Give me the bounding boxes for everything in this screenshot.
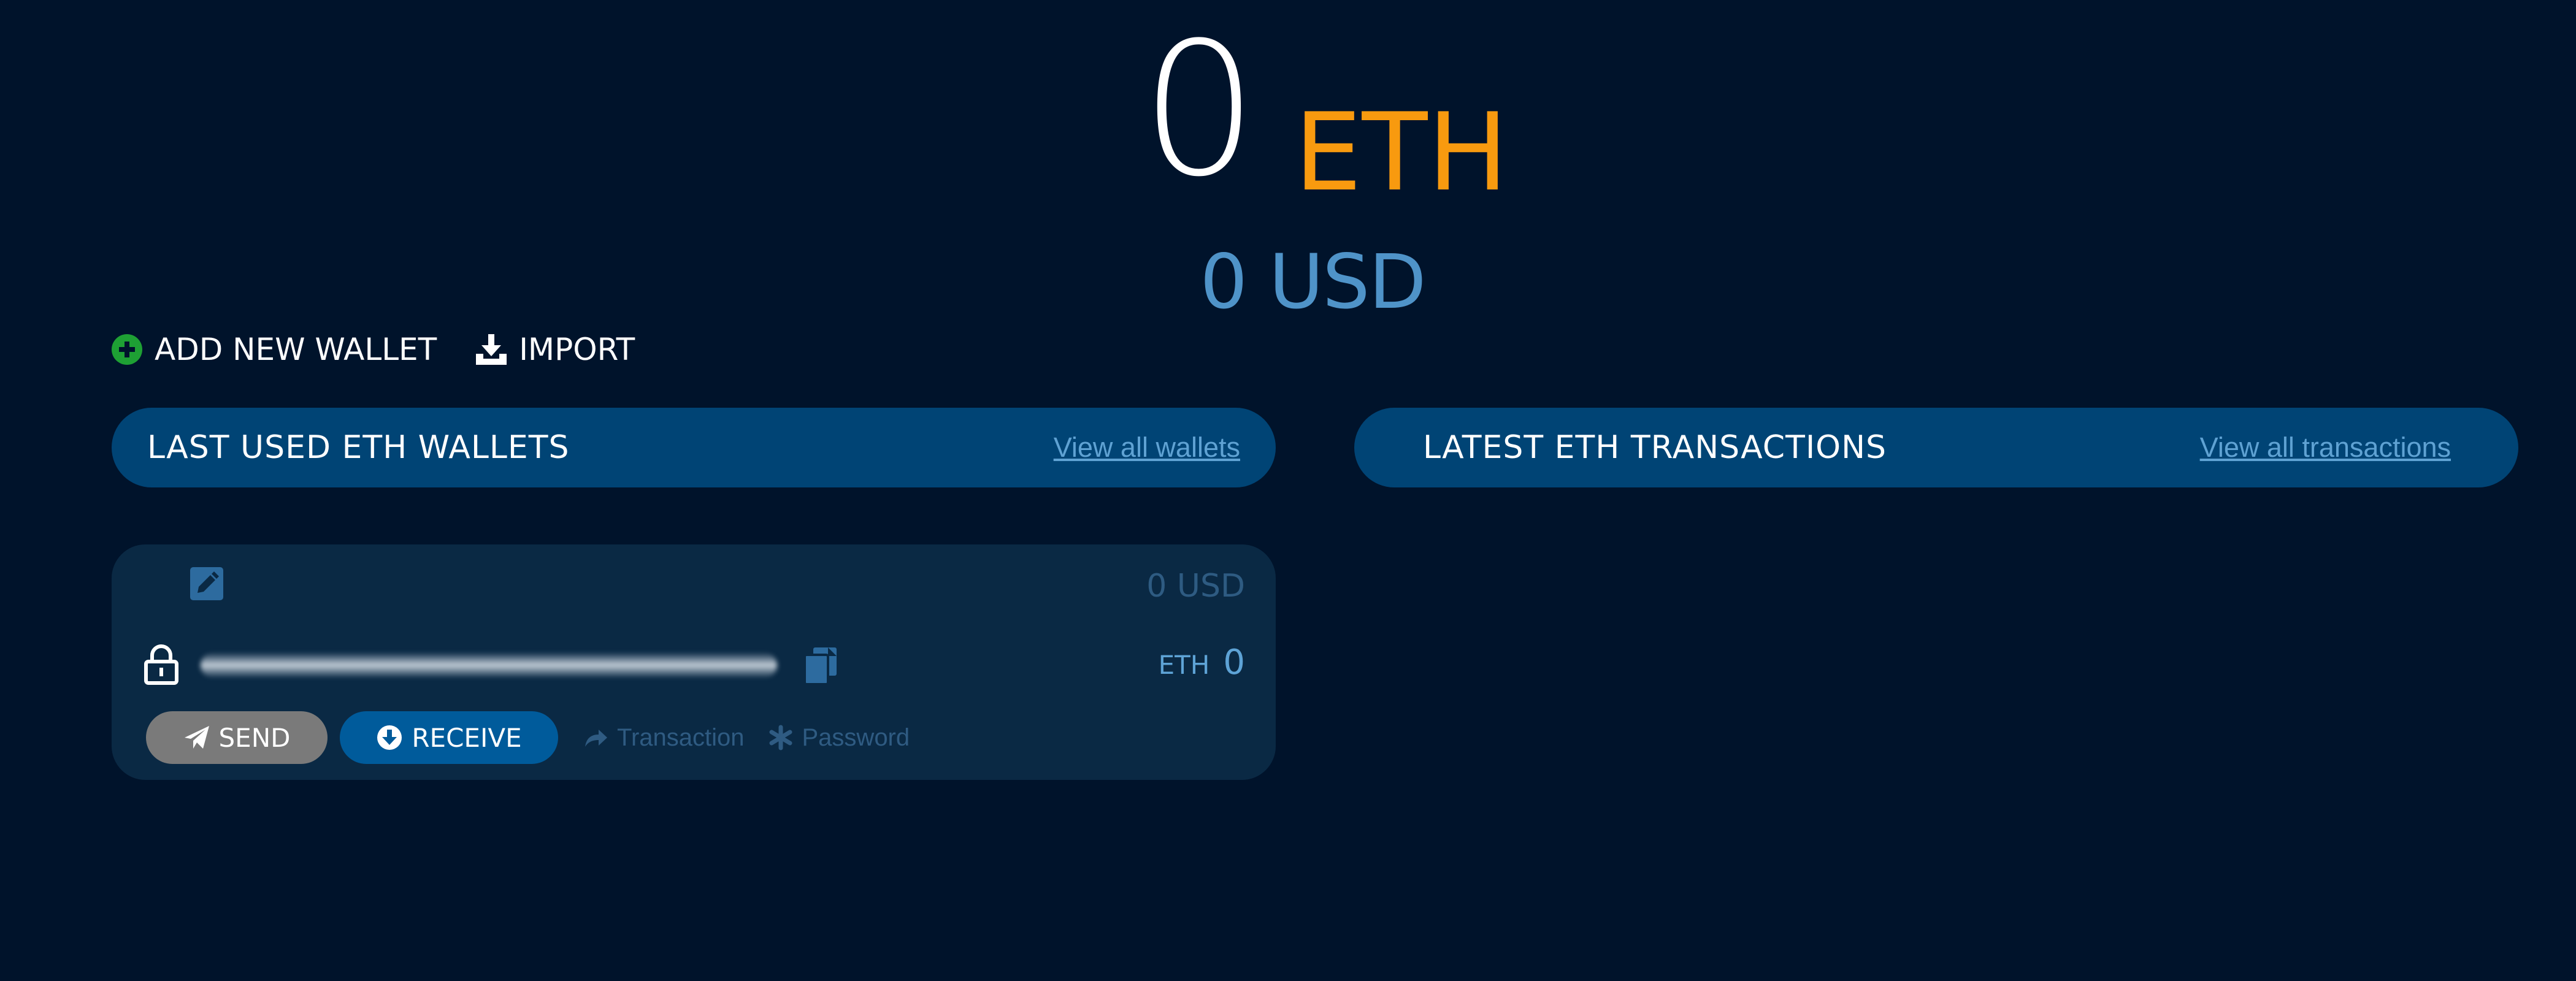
latest-transactions-title: LATEST ETH TRANSACTIONS: [1423, 429, 1887, 466]
arrow-down-circle-icon: [377, 725, 402, 750]
import-label: IMPORT: [519, 332, 635, 367]
password-label: Password: [802, 723, 910, 751]
add-new-wallet-button[interactable]: ADD NEW WALLET: [110, 332, 437, 367]
wallet-eth-value: 0: [1223, 643, 1245, 682]
last-used-wallets-header: LAST USED ETH WALLETS View all wallets: [112, 408, 1276, 487]
lock-icon: [144, 644, 178, 685]
wallet-actions: ADD NEW WALLET IMPORT: [110, 331, 673, 368]
wallet-eth-balance: ETH 0: [1159, 643, 1245, 682]
add-new-wallet-label: ADD NEW WALLET: [155, 332, 437, 367]
import-button[interactable]: IMPORT: [475, 332, 635, 367]
balance-currency: ETH: [1294, 91, 1509, 215]
latest-transactions-header: LATEST ETH TRANSACTIONS View all transac…: [1354, 408, 2518, 487]
balance-usd: 0 USD: [1200, 239, 1426, 326]
paper-plane-icon: [184, 726, 209, 749]
download-icon: [476, 334, 507, 365]
send-button[interactable]: SEND: [146, 711, 328, 764]
total-balance: 0 ETH 0 USD: [0, 3, 2576, 326]
copy-icon[interactable]: [803, 646, 838, 685]
pencil-square-icon[interactable]: [190, 567, 223, 600]
wallet-address-redacted: [201, 653, 777, 678]
asterisk-icon: [769, 725, 792, 750]
transaction-link[interactable]: Transaction: [583, 724, 745, 752]
view-all-transactions-link[interactable]: View all transactions: [2200, 432, 2451, 464]
wallet-eth-currency: ETH: [1158, 650, 1210, 680]
plus-circle-icon: [112, 334, 142, 365]
send-label: SEND: [218, 722, 291, 753]
last-used-wallets-title: LAST USED ETH WALLETS: [147, 429, 570, 466]
receive-button[interactable]: RECEIVE: [340, 711, 558, 764]
wallet-card: 0 USD ETH 0 SEND RECEIVE Transaction Pas…: [112, 544, 1276, 780]
dashboard: 0 ETH 0 USD ADD NEW WALLET IMPORT LAST U…: [0, 0, 2576, 981]
share-arrow-icon: [585, 730, 607, 747]
wallet-card-actions: SEND RECEIVE Transaction Password: [146, 711, 933, 764]
transaction-label: Transaction: [617, 723, 745, 751]
receive-label: RECEIVE: [412, 722, 522, 753]
password-link[interactable]: Password: [768, 724, 910, 752]
view-all-wallets-link[interactable]: View all wallets: [1054, 432, 1240, 464]
wallet-usd-value: 0 USD: [1146, 568, 1245, 605]
balance-amount: 0: [1141, 3, 1258, 217]
